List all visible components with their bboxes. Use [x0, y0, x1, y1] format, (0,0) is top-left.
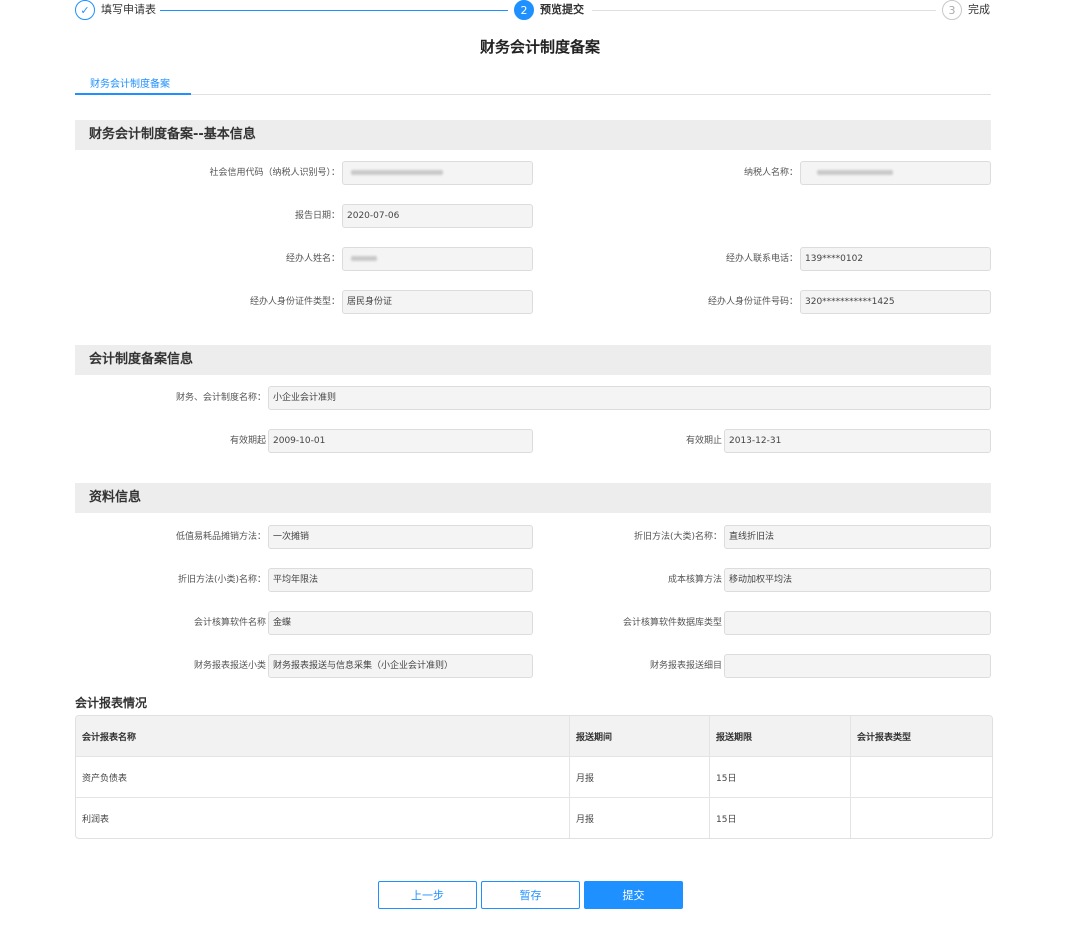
software-label: 会计核算软件名称: [193, 618, 266, 628]
report-sub-field[interactable]: 财务报表报送与信息采集（小企业会计准则）: [268, 654, 533, 678]
section-materials-info: 资料信息: [75, 483, 991, 513]
section-materials-title: 资料信息: [89, 490, 142, 505]
software-field[interactable]: 金蝶: [268, 611, 533, 635]
agent-phone-field[interactable]: 139****0102: [800, 247, 991, 271]
report-sub-label: 财务报表报送小类: [193, 661, 266, 671]
section-system-title: 会计制度备案信息: [89, 352, 194, 367]
tab-baseline: [75, 94, 991, 95]
step-1-label: 填写申请表: [101, 3, 156, 16]
id-no-label: 经办人身份证件号码：: [707, 297, 798, 307]
report-date-label: 报告日期：: [294, 211, 340, 221]
agent-name-label: 经办人姓名：: [285, 254, 340, 264]
credit-code-field[interactable]: [342, 161, 533, 185]
header-report-name: 会计报表名称: [76, 716, 570, 756]
prev-step-button[interactable]: 上一步: [378, 881, 477, 909]
cell-deadline: 15日: [710, 756, 851, 797]
low-value-field[interactable]: 一次摊销: [268, 525, 533, 549]
step-2-number: 2: [514, 0, 534, 20]
save-draft-button[interactable]: 暂存: [481, 881, 580, 909]
table-row: 资产负债表 月报 15日: [76, 756, 992, 797]
system-name-field[interactable]: 小企业会计准则: [268, 386, 991, 410]
valid-to-field[interactable]: 2013-12-31: [724, 429, 991, 453]
cell-report-name: 利润表: [76, 797, 570, 838]
valid-to-label: 有效期止: [685, 436, 722, 446]
low-value-label: 低值易耗品摊销方法：: [175, 532, 266, 542]
cost-method-field[interactable]: 移动加权平均法: [724, 568, 991, 592]
section-basic-info: 财务会计制度备案--基本信息: [75, 120, 991, 150]
step-line-2: [592, 10, 936, 11]
page-title: 财务会计制度备案: [479, 38, 600, 56]
taxpayer-name-field[interactable]: [800, 161, 991, 185]
dep-minor-label: 折旧方法(小类)名称：: [177, 575, 266, 585]
reports-title: 会计报表情况: [75, 696, 148, 710]
report-item-label: 财务报表报送细目: [649, 661, 722, 671]
tab-active-underline: [75, 93, 191, 95]
cell-report-type: [851, 797, 992, 838]
system-name-label: 财务、会计制度名称：: [175, 393, 266, 403]
id-type-label: 经办人身份证件类型：: [249, 297, 340, 307]
step-1-check-icon: ✓: [75, 0, 95, 20]
table-row: 利润表 月报 15日: [76, 797, 992, 838]
section-basic-title: 财务会计制度备案--基本信息: [89, 127, 256, 142]
agent-name-field[interactable]: [342, 247, 533, 271]
dep-major-label: 折旧方法(大类)名称：: [633, 532, 722, 542]
step-3-label: 完成: [968, 3, 990, 16]
credit-code-label: 社会信用代码（纳税人识别号）：: [209, 168, 340, 178]
cell-deadline: 15日: [710, 797, 851, 838]
dep-major-field[interactable]: 直线折旧法: [724, 525, 991, 549]
section-system-info: 会计制度备案信息: [75, 345, 991, 375]
step-line-1: [160, 10, 508, 11]
tab-filing[interactable]: 财务会计制度备案: [90, 75, 170, 90]
id-no-field[interactable]: 320***********1425: [800, 290, 991, 314]
header-report-type: 会计报表类型: [851, 716, 992, 756]
agent-phone-label: 经办人联系电话：: [725, 254, 798, 264]
header-deadline: 报送期限: [710, 716, 851, 756]
report-item-field[interactable]: [724, 654, 991, 678]
step-2-label: 预览提交: [540, 3, 584, 16]
cell-period: 月报: [570, 756, 710, 797]
valid-from-label: 有效期起: [229, 436, 266, 446]
cell-period: 月报: [570, 797, 710, 838]
cost-method-label: 成本核算方法: [667, 575, 722, 585]
dep-minor-field[interactable]: 平均年限法: [268, 568, 533, 592]
db-type-field[interactable]: [724, 611, 991, 635]
id-type-field[interactable]: 居民身份证: [342, 290, 533, 314]
table-header-row: 会计报表名称 报送期间 报送期限 会计报表类型: [76, 716, 992, 756]
reports-table: 会计报表名称 报送期间 报送期限 会计报表类型 资产负债表 月报 15日 利润表…: [75, 715, 993, 839]
cell-report-name: 资产负债表: [76, 756, 570, 797]
header-period: 报送期间: [570, 716, 710, 756]
submit-button[interactable]: 提交: [584, 881, 683, 909]
step-3-number: 3: [942, 0, 962, 20]
taxpayer-name-label: 纳税人名称：: [743, 168, 798, 178]
report-date-field[interactable]: 2020-07-06: [342, 204, 533, 228]
db-type-label: 会计核算软件数据库类型: [622, 618, 722, 628]
valid-from-field[interactable]: 2009-10-01: [268, 429, 533, 453]
cell-report-type: [851, 756, 992, 797]
